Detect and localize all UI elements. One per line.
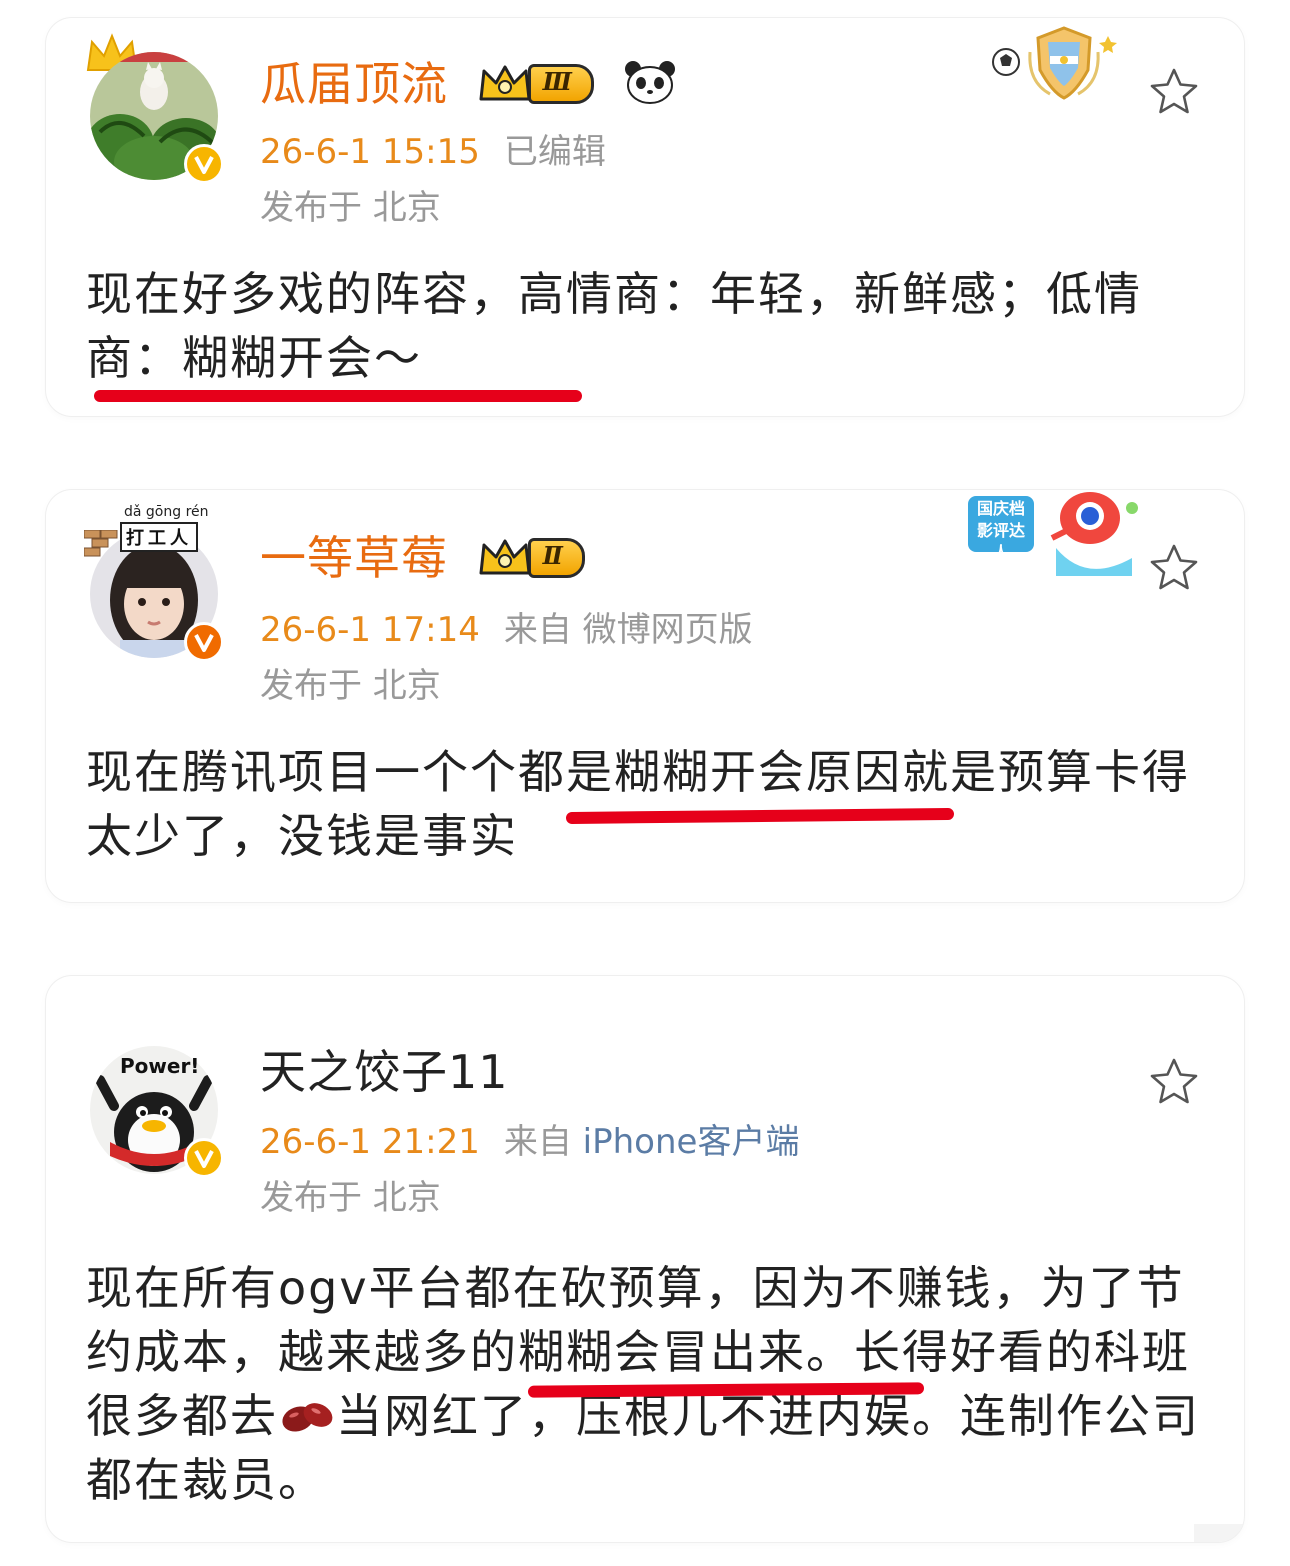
verified-v-icon — [184, 1138, 224, 1178]
post-source: 已编辑 — [503, 132, 606, 172]
level-text: Ⅲ — [527, 63, 594, 104]
username[interactable]: 瓜届顶流 Ⅲ — [260, 56, 677, 112]
post-meta: 26-6-1 15:15 已编辑 — [260, 132, 606, 172]
avatar[interactable] — [86, 33, 224, 184]
panda-icon — [625, 60, 676, 104]
avatar-caption: dǎ gōng rén — [124, 504, 209, 520]
post-source-link[interactable]: iPhone客户端 — [583, 1122, 800, 1162]
username[interactable]: 一等草莓 Ⅱ — [260, 530, 585, 586]
post-source-prefix: 来自 — [503, 610, 583, 650]
post-meta: 26-6-1 21:21 来自 iPhone客户端 — [260, 1122, 799, 1162]
critic-badge-text: 国庆档 影评达人 — [976, 499, 1025, 562]
post-text: 现在腾讯项目一个个都是糊糊开会原因就是预算卡得太少了，没钱是事实 — [86, 745, 1190, 863]
medal-badge-icon — [992, 26, 1117, 100]
username-text[interactable]: 瓜届顶流 — [260, 57, 448, 111]
corner-mark — [1194, 1524, 1244, 1542]
star-outline-icon[interactable] — [1148, 542, 1200, 594]
avatar[interactable]: dǎ gōng rén 打工人 — [84, 504, 224, 662]
verified-v-icon — [184, 622, 224, 662]
post-location: 发布于 北京 — [260, 666, 441, 706]
post-time: 26-6-1 21:21 — [260, 1122, 480, 1162]
star-outline-icon[interactable] — [1148, 66, 1200, 118]
avatar-sign: 打工人 — [120, 522, 198, 552]
comment-card: dǎ gōng rén 打工人 一等草莓 Ⅱ 国庆档 影评达人 26-6-1 1… — [46, 490, 1244, 902]
comment-card: Power! 天之饺子11 26-6-1 21:21 来自 iPhone客户端 发… — [46, 976, 1244, 1542]
red-underline-annotation — [94, 390, 582, 402]
post-text: 现在好多戏的阵容，高情商：年轻，新鲜感；低情商：糊糊开会～ — [86, 267, 1142, 385]
level-badge[interactable]: Ⅲ — [478, 63, 594, 105]
avatar-caption: Power! — [120, 1054, 200, 1078]
post-source-prefix: 来自 — [503, 1122, 583, 1162]
crown-level-icon — [479, 539, 531, 574]
post-time: 26-6-1 17:14 — [260, 610, 480, 650]
star-outline-icon[interactable] — [1148, 1056, 1200, 1108]
post-location: 发布于 北京 — [260, 188, 441, 228]
username[interactable]: 天之饺子11 — [260, 1044, 509, 1100]
post-time: 26-6-1 15:15 — [260, 132, 480, 172]
level-badge[interactable]: Ⅱ — [478, 537, 585, 579]
verified-v-icon — [184, 144, 224, 184]
brick-wall-icon — [84, 530, 118, 557]
crown-level-icon — [479, 65, 531, 100]
avatar[interactable]: Power! — [90, 1046, 224, 1178]
post-meta: 26-6-1 17:14 来自 微博网页版 — [260, 610, 753, 650]
comment-card: 瓜届顶流 Ⅲ 26-6-1 15:15 已编辑 发布于 北京 现在好多戏的阵容，… — [46, 18, 1244, 416]
critic-badge: 国庆档 影评达人 — [956, 490, 1146, 584]
kidney-bean-emoji — [282, 1402, 333, 1432]
post-location: 发布于 北京 — [260, 1178, 441, 1218]
username-text[interactable]: 一等草莓 — [260, 531, 448, 585]
post-source-link[interactable]: 微博网页版 — [583, 610, 753, 650]
level-text: Ⅱ — [527, 537, 585, 578]
